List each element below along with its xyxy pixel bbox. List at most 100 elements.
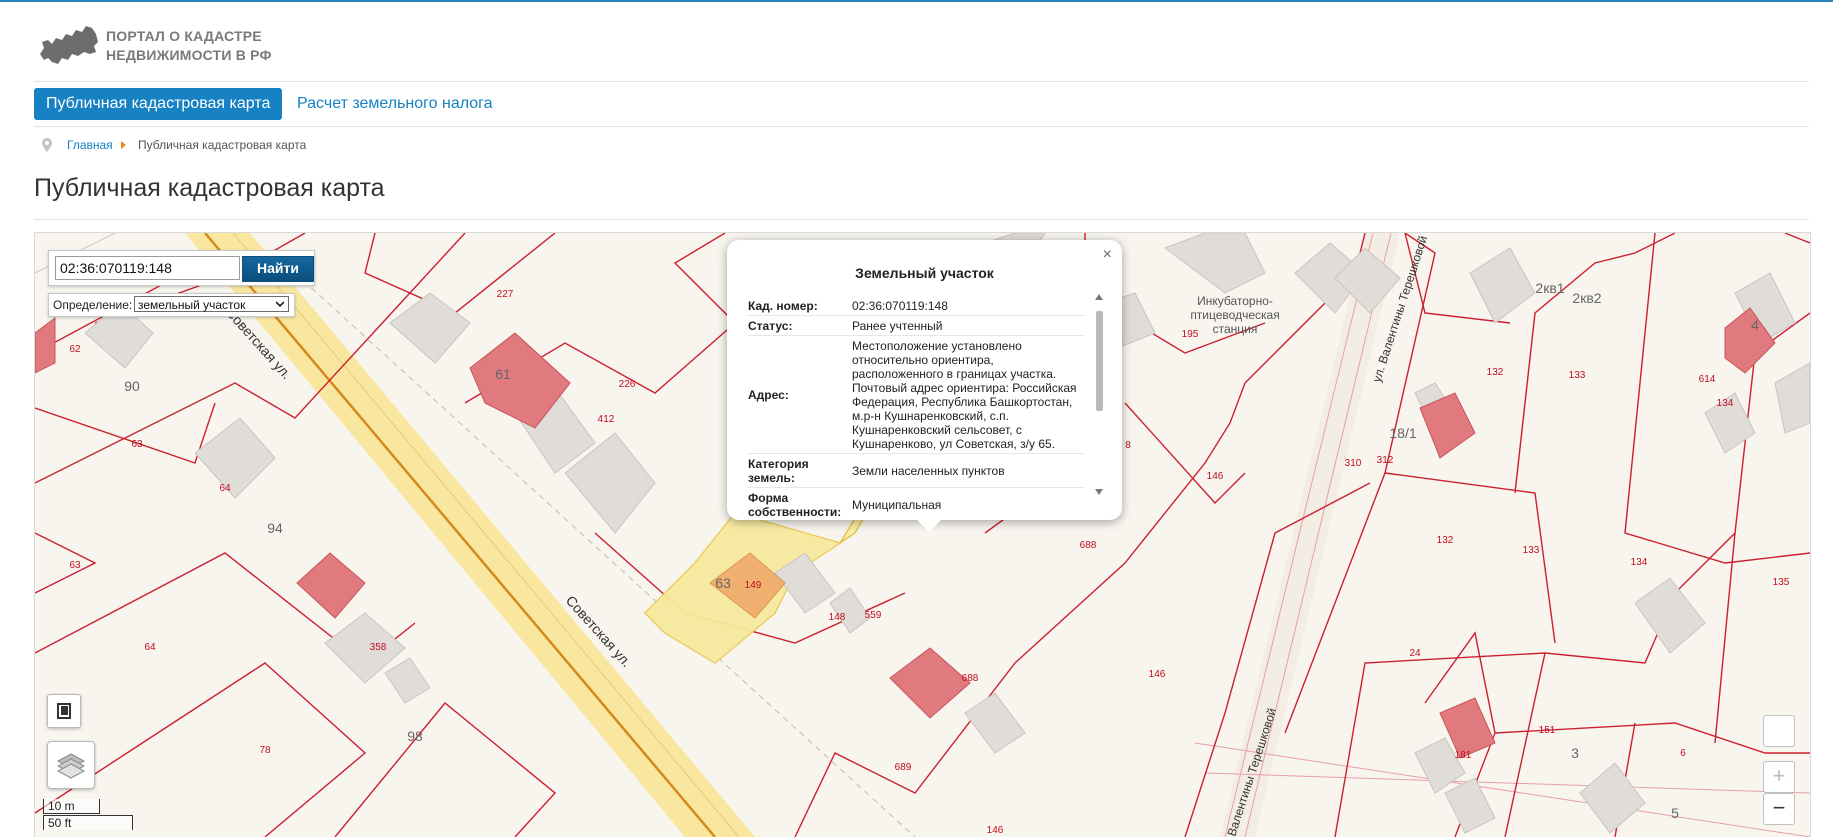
svg-text:132: 132	[1437, 535, 1454, 546]
svg-text:148: 148	[829, 612, 846, 623]
svg-text:688: 688	[1080, 540, 1097, 551]
svg-text:149: 149	[745, 580, 762, 591]
svg-text:63: 63	[131, 439, 143, 450]
svg-text:146: 146	[987, 825, 1004, 836]
poi-label-line-3: станция	[1213, 322, 1258, 336]
chevron-down-icon	[276, 301, 284, 308]
scroll-down-icon[interactable]	[1095, 489, 1103, 495]
attribute-label: Адрес:	[748, 388, 789, 402]
definition-label: Определение:	[53, 298, 133, 312]
svg-text:358: 358	[370, 642, 387, 653]
breadcrumb-arrow-icon	[121, 141, 126, 149]
svg-text:63: 63	[715, 575, 731, 591]
cadastral-number-input[interactable]	[55, 256, 240, 280]
svg-text:412: 412	[598, 414, 615, 425]
svg-text:310: 310	[1345, 458, 1362, 469]
attribute-value: Местоположение установлено относительно …	[852, 339, 1077, 451]
poi-label-line-1: Инкубаторно-	[1197, 294, 1273, 308]
scale-feet: 50 ft	[43, 815, 133, 830]
svg-text:18/1: 18/1	[1389, 425, 1416, 441]
frame-icon	[57, 703, 71, 719]
svg-text:195: 195	[1182, 329, 1199, 340]
attribute-label: Категория земель:	[748, 457, 809, 485]
attribute-row: Форма собственности: Муниципальная	[748, 488, 1084, 521]
scroll-thumb[interactable]	[1096, 311, 1103, 411]
layers-icon	[56, 753, 86, 779]
zoom-in-button[interactable]: +	[1763, 761, 1795, 793]
definition-panel: Определение: земельный участок	[48, 293, 295, 317]
attribute-value: Муниципальная	[852, 498, 942, 512]
fullscreen-button[interactable]	[1763, 715, 1795, 747]
svg-text:134: 134	[1631, 557, 1648, 568]
svg-text:689: 689	[895, 762, 912, 773]
svg-text:90: 90	[124, 378, 140, 394]
svg-text:559: 559	[865, 610, 882, 621]
svg-text:135: 135	[1773, 577, 1790, 588]
breadcrumb-home-link[interactable]: Главная	[67, 138, 113, 152]
svg-text:146: 146	[1207, 471, 1224, 482]
logo-text[interactable]: ПОРТАЛ О КАДАСТРЕ НЕДВИЖИМОСТИ В РФ	[106, 27, 306, 65]
zoom-out-button[interactable]: −	[1763, 793, 1795, 825]
svg-text:3: 3	[1571, 745, 1579, 761]
definition-select[interactable]: земельный участок	[134, 296, 289, 312]
svg-text:94: 94	[267, 520, 283, 536]
nav-tab-public-map[interactable]: Публичная кадастровая карта	[34, 88, 283, 120]
svg-text:133: 133	[1523, 545, 1540, 556]
svg-text:2кв1: 2кв1	[1535, 280, 1564, 296]
popup-title: Земельный участок	[855, 265, 994, 281]
svg-text:134: 134	[1717, 398, 1734, 409]
svg-text:2кв2: 2кв2	[1572, 290, 1601, 306]
svg-text:227: 227	[497, 289, 514, 300]
scroll-up-icon[interactable]	[1095, 294, 1103, 300]
svg-text:146: 146	[1149, 669, 1166, 680]
attribute-label: Форма собственности:	[748, 491, 842, 519]
search-panel: Найти	[48, 250, 315, 286]
nav-tab-land-tax[interactable]: Расчет земельного налога	[297, 88, 493, 120]
svg-text:614: 614	[1699, 374, 1716, 385]
svg-text:181: 181	[1455, 750, 1472, 761]
svg-text:226: 226	[619, 379, 636, 390]
attribute-value: 02:36:070119:148	[852, 299, 948, 313]
popup-tip	[917, 520, 941, 532]
svg-text:61: 61	[495, 366, 511, 382]
attribute-value: Земли населенных пунктов	[852, 464, 1005, 478]
poi-label-line-2: птицеводческая	[1190, 308, 1279, 322]
attribute-row: Статус: Ранее учтенный	[748, 316, 1084, 336]
svg-text:6: 6	[1680, 748, 1686, 759]
location-pin-icon	[42, 138, 52, 152]
cadastral-map[interactable]: Советская ул. Советская ул. ул. Валентин…	[34, 232, 1811, 837]
layers-button[interactable]	[47, 741, 95, 789]
attribute-row: Кад. номер: 02:36:070119:148	[748, 296, 1084, 316]
attribute-row: Категория земель: Земли населенных пункт…	[748, 454, 1084, 488]
svg-text:151: 151	[1539, 725, 1556, 736]
svg-text:98: 98	[407, 728, 423, 744]
title-divider	[34, 219, 1809, 220]
attribute-label: Статус:	[748, 319, 793, 333]
breadcrumb-current: Публичная кадастровая карта	[138, 138, 307, 152]
print-button[interactable]	[47, 694, 81, 728]
svg-text:132: 132	[1487, 367, 1504, 378]
svg-text:312: 312	[1377, 455, 1394, 466]
svg-text:5: 5	[1671, 805, 1679, 821]
attribute-value: Ранее учтенный	[852, 319, 943, 333]
attribute-row: Адрес: Местоположение установлено относи…	[748, 336, 1084, 454]
close-icon[interactable]: ×	[1103, 246, 1112, 264]
svg-text:78: 78	[259, 745, 271, 756]
find-button[interactable]: Найти	[242, 256, 314, 282]
svg-text:64: 64	[219, 483, 231, 494]
svg-text:64: 64	[144, 642, 156, 653]
russia-map-icon[interactable]	[38, 24, 100, 66]
top-accent-line	[0, 0, 1833, 2]
svg-text:4: 4	[1751, 317, 1759, 333]
svg-text:24: 24	[1409, 648, 1421, 659]
svg-text:688: 688	[962, 673, 979, 684]
svg-text:133: 133	[1569, 370, 1586, 381]
header-divider	[34, 81, 1809, 82]
popup-attribute-table: Кад. номер: 02:36:070119:148 Статус: Ран…	[748, 296, 1084, 521]
popup-scrollbar[interactable]	[1093, 292, 1105, 497]
svg-text:62: 62	[69, 344, 81, 355]
nav-divider	[34, 126, 1809, 127]
attribute-label: Кад. номер:	[748, 299, 818, 313]
page-title: Публичная кадастровая карта	[34, 174, 385, 202]
svg-text:63: 63	[69, 560, 81, 571]
